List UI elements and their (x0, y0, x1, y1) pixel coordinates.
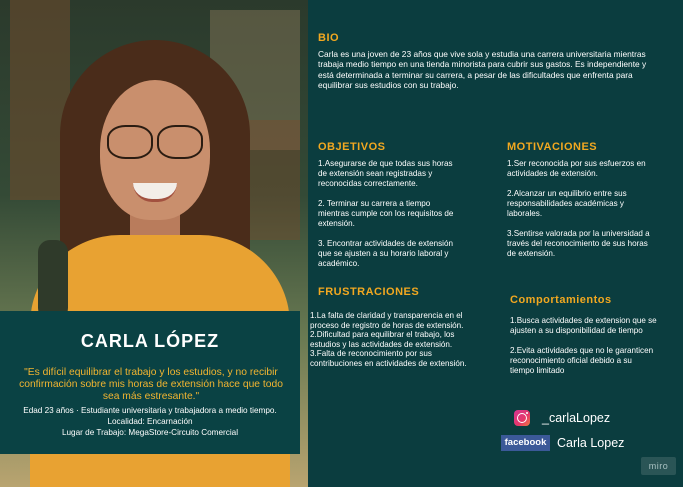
frustracion-item: 2.Dificultad para equilibrar el trabajo,… (310, 330, 455, 349)
facebook-link[interactable]: facebook Carla Lopez (501, 435, 624, 451)
persona-meta: Edad 23 años · Estudiante universitaria … (18, 405, 282, 438)
miro-watermark: miro (641, 457, 676, 475)
instagram-handle: _carlaLopez (542, 411, 611, 425)
motivacion-item: 2.Alcanzar un equilibrio entre sus respo… (507, 189, 627, 218)
motivaciones-heading: MOTIVACIONES (507, 141, 598, 153)
frustracion-item: 3.Falta de reconocimiento por sus contri… (310, 349, 467, 368)
backpack-strap (38, 240, 68, 320)
name-card: CARLA LÓPEZ "Es difícil equilibrar el tr… (0, 311, 300, 454)
comportamiento-item: 1.Busca actividades de extension que se … (510, 316, 657, 335)
glasses-shape (103, 125, 207, 159)
facebook-name: Carla Lopez (557, 436, 625, 450)
frustracion-item: 1.La falta de claridad y transparencia e… (310, 311, 464, 330)
objetivos-heading: OBJETIVOS (318, 141, 386, 153)
objetivo-item: 2. Terminar su carrera a tiempo mientras… (318, 199, 454, 228)
bio-text: Carla es una joven de 23 años que vive s… (318, 49, 647, 91)
comportamientos-heading: Comportamientos (510, 294, 612, 306)
instagram-icon (514, 410, 530, 426)
instagram-link[interactable]: _carlaLopez (514, 410, 610, 426)
motivaciones-list: 1.Ser reconocida por sus esfuerzos en ac… (507, 159, 657, 269)
persona-board: CARLA LÓPEZ "Es difícil equilibrar el tr… (0, 0, 683, 487)
objetivos-list: 1.Asegurarse de que todas sus horas de e… (318, 159, 456, 279)
frustraciones-heading: FRUSTRACIONES (318, 286, 420, 298)
objetivo-item: 1.Asegurarse de que todas sus horas de e… (318, 159, 453, 188)
persona-name: CARLA LÓPEZ (80, 331, 220, 351)
bio-heading: BIO (318, 32, 340, 44)
motivacion-item: 3.Sentirse valorada por la universidad a… (507, 229, 650, 258)
comportamientos-list: 1.Busca actividades de extension que se … (510, 316, 658, 386)
motivacion-item: 1.Ser reconocida por sus esfuerzos en ac… (507, 159, 646, 178)
facebook-icon: facebook (501, 435, 550, 451)
persona-workplace: Lugar de Trabajo: MegaStore-Circuito Com… (61, 428, 239, 437)
persona-age-occupation: Edad 23 años · Estudiante universitaria … (23, 406, 277, 415)
frustraciones-list: 1.La falta de claridad y transparencia e… (310, 311, 476, 369)
persona-quote: "Es difícil equilibrar el trabajo y los … (19, 367, 283, 402)
comportamiento-item: 2.Evita actividades que no le garanticen… (510, 346, 654, 375)
objetivo-item: 3. Encontrar actividades de extensión qu… (318, 239, 453, 268)
persona-location: Localidad: Encarnación (107, 417, 193, 426)
